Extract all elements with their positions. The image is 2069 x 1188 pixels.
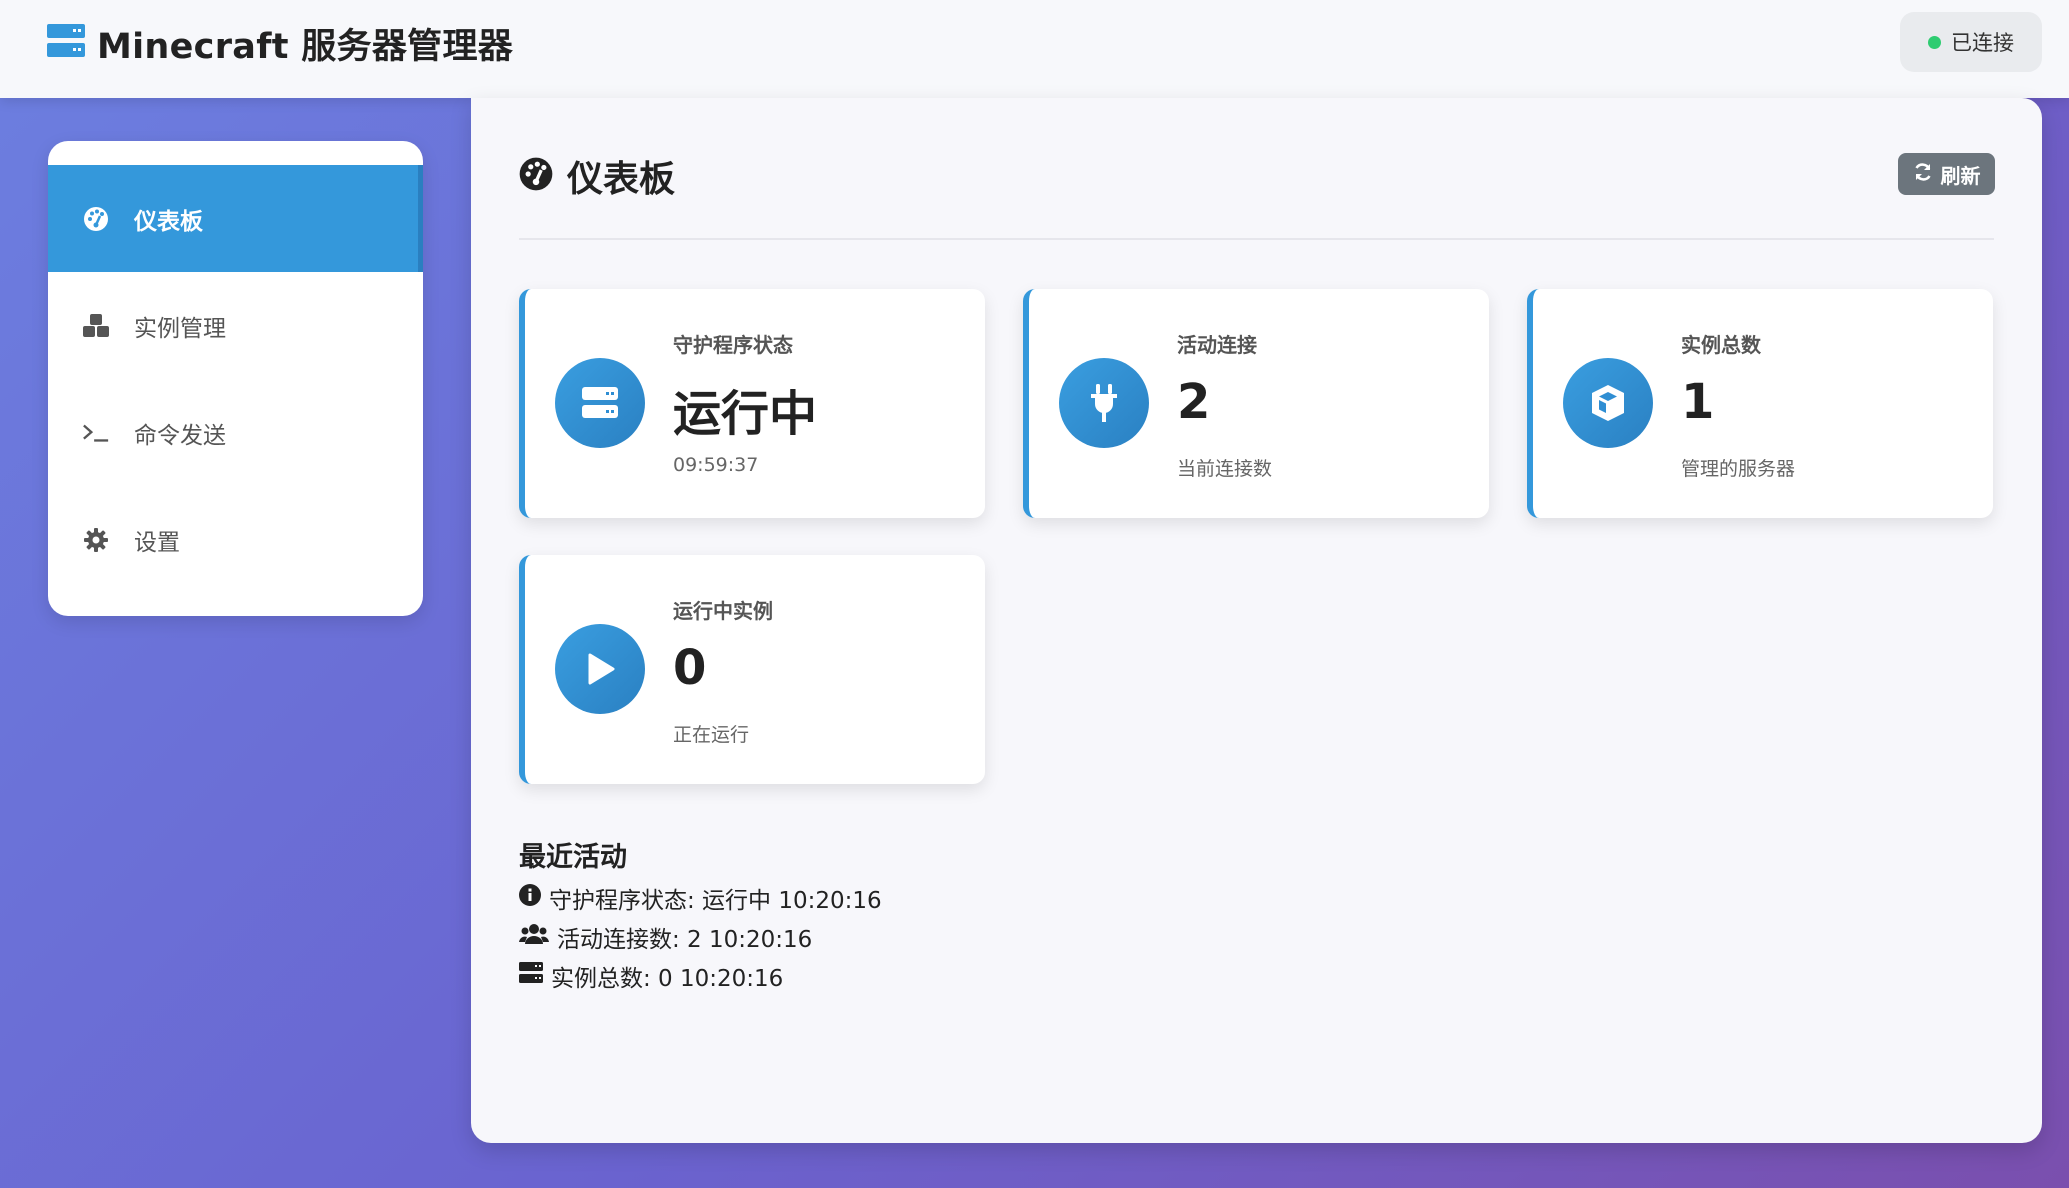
- activity-item: 活动连接数: 2 10:20:16: [519, 920, 812, 954]
- sidebar-item-label: 仪表板: [134, 208, 203, 235]
- plug-icon: [1059, 358, 1149, 448]
- stat-value: 2: [1177, 374, 1211, 430]
- page-title: 仪表板: [567, 159, 676, 200]
- stat-card-running-instances: 运行中实例 0 正在运行: [519, 555, 985, 784]
- stat-card-daemon-status: 守护程序状态 运行中 09:59:37: [519, 289, 985, 518]
- app-title: Minecraft 服务器管理器: [97, 26, 514, 67]
- sidebar-item-label: 实例管理: [134, 315, 226, 342]
- stat-value: 运行中: [673, 386, 818, 442]
- dashboard-icon: [82, 205, 110, 233]
- info-circle-icon: [519, 884, 541, 912]
- stat-value: 0: [673, 640, 707, 696]
- cube-icon: [1563, 358, 1653, 448]
- stat-subtext: 正在运行: [673, 724, 750, 746]
- users-icon: [519, 923, 549, 951]
- activity-text: 活动连接数: 2 10:20:16: [557, 927, 813, 953]
- dashboard-icon: [519, 157, 553, 195]
- activity-text: 守护程序状态: 运行中 10:20:16: [549, 888, 882, 914]
- stat-value: 1: [1681, 374, 1715, 430]
- refresh-label: 刷新: [1940, 163, 1981, 188]
- sidebar-item-label: 设置: [134, 529, 180, 556]
- server-icon: [519, 962, 543, 990]
- activity-item: 守护程序状态: 运行中 10:20:16: [519, 881, 882, 915]
- top-header: Minecraft 服务器管理器 已连接: [0, 0, 2069, 98]
- stat-subtext: 当前连接数: [1177, 458, 1273, 480]
- server-icon: [47, 24, 85, 62]
- connection-status-label: 已连接: [1951, 31, 2014, 55]
- gear-icon: [82, 526, 110, 554]
- activity-text: 实例总数: 0 10:20:16: [551, 966, 784, 992]
- stat-label: 实例总数: [1681, 333, 1761, 357]
- header-divider: [519, 238, 1994, 240]
- connection-status-badge: 已连接: [1900, 12, 2042, 72]
- terminal-icon: [82, 419, 110, 447]
- sidebar-item-label: 命令发送: [134, 422, 226, 449]
- sidebar-item-settings[interactable]: 设置: [48, 486, 423, 593]
- stat-card-total-instances: 实例总数 1 管理的服务器: [1527, 289, 1993, 518]
- sidebar-item-dashboard[interactable]: 仪表板: [48, 165, 423, 272]
- play-icon: [555, 624, 645, 714]
- main-panel: 仪表板 刷新 守护程序状态 运行中 09:59:37 活动连接 2 当前连接数 …: [471, 98, 2042, 1143]
- cubes-icon: [82, 312, 110, 340]
- page-header: 仪表板: [519, 150, 675, 202]
- sidebar-item-instances[interactable]: 实例管理: [48, 272, 423, 379]
- status-dot-icon: [1928, 35, 1941, 49]
- stat-subtext: 09:59:37: [673, 454, 759, 476]
- stat-label: 活动连接: [1177, 333, 1257, 357]
- recent-activity-title: 最近活动: [519, 842, 627, 873]
- stat-label: 运行中实例: [673, 599, 773, 623]
- stat-card-active-connections: 活动连接 2 当前连接数: [1023, 289, 1489, 518]
- sidebar-item-command[interactable]: 命令发送: [48, 379, 423, 486]
- stat-subtext: 管理的服务器: [1681, 458, 1796, 480]
- brand: Minecraft 服务器管理器: [47, 22, 513, 67]
- activity-item: 实例总数: 0 10:20:16: [519, 959, 783, 993]
- server-icon: [555, 358, 645, 448]
- stat-label: 守护程序状态: [673, 333, 793, 357]
- refresh-button[interactable]: 刷新: [1898, 153, 1995, 195]
- sidebar-nav: 仪表板 实例管理 命令发送 设置: [48, 141, 423, 616]
- refresh-icon: [1913, 162, 1933, 187]
